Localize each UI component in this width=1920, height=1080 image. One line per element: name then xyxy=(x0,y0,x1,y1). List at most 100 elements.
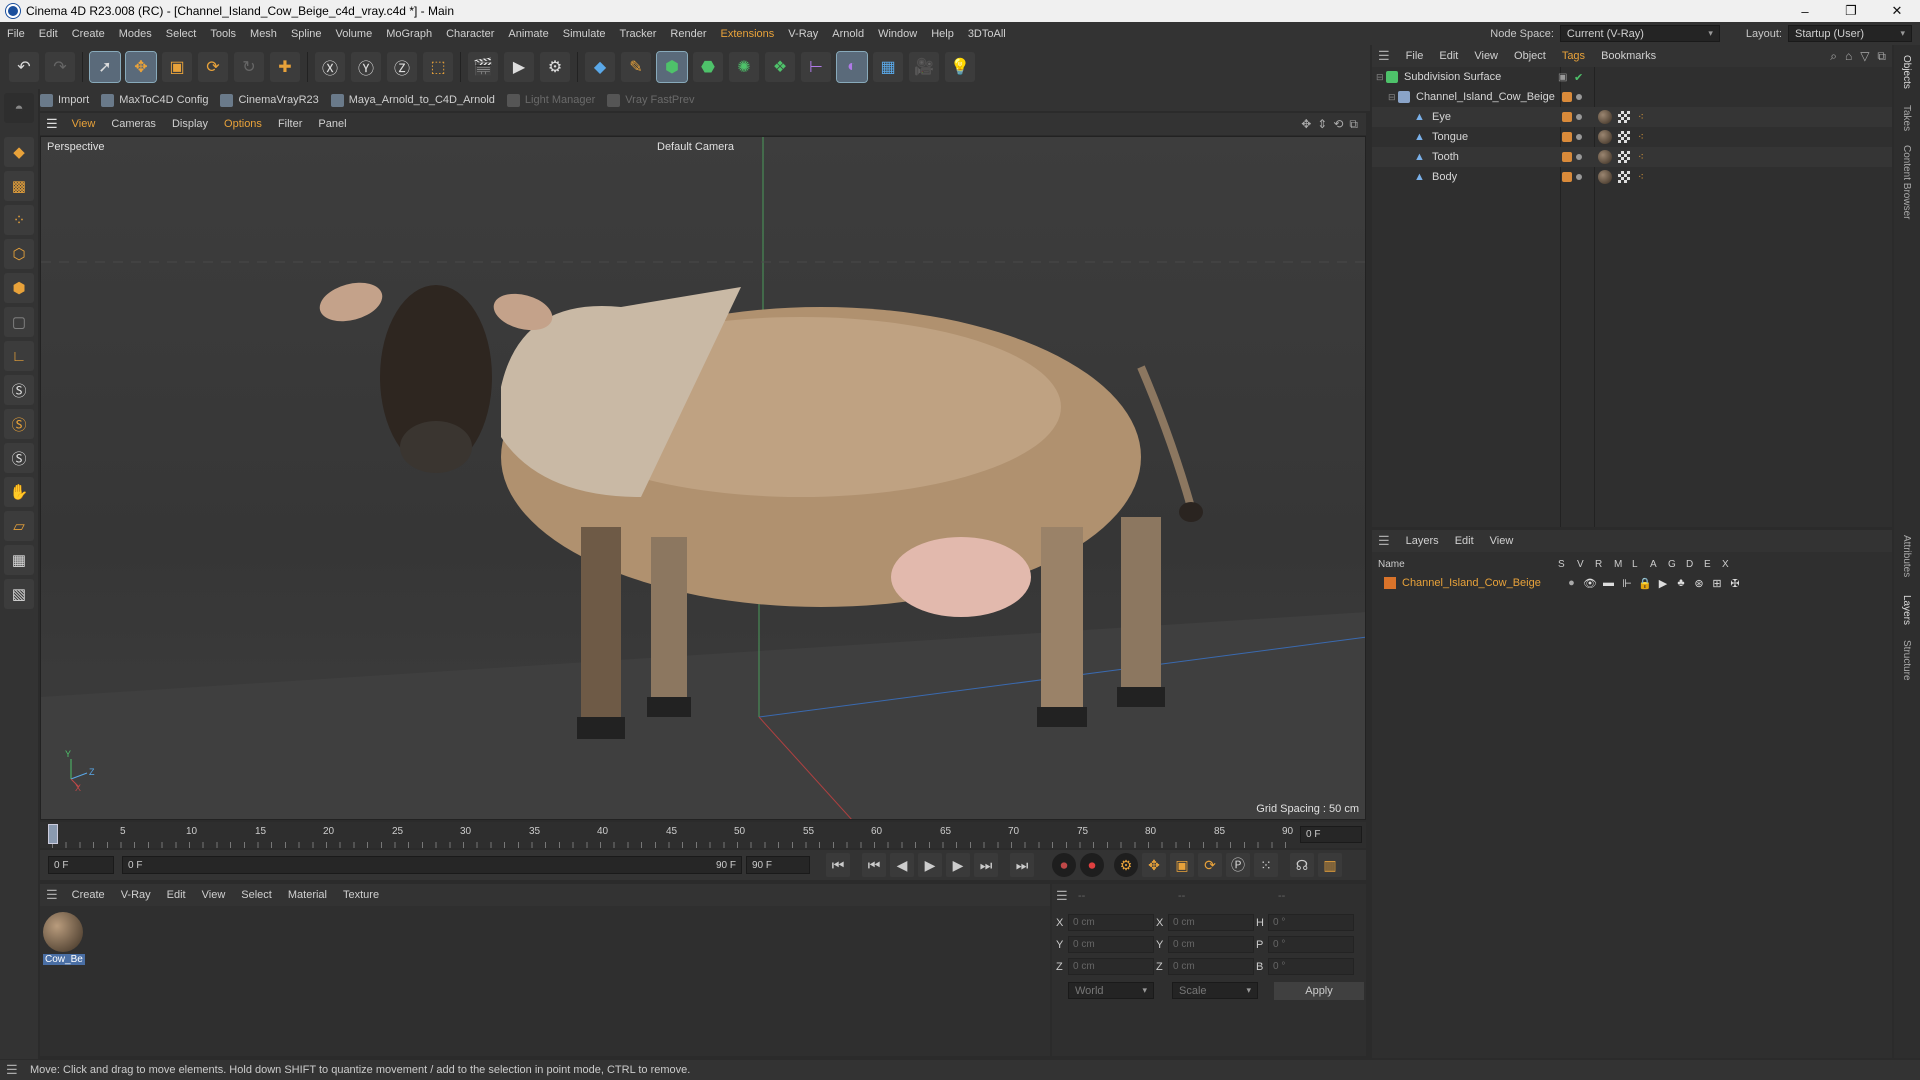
obj-menu-bookmarks[interactable]: Bookmarks xyxy=(1593,50,1664,62)
viewport-solo-button[interactable]: ◓ xyxy=(4,93,34,123)
cinemavray-button[interactable]: CinemaVrayR23 xyxy=(220,93,319,107)
film-strip-button[interactable]: ▥ xyxy=(1318,853,1342,877)
scale-tool-button[interactable]: ▣ xyxy=(162,52,192,82)
vray-tag-icon[interactable]: ⁖ xyxy=(1638,172,1644,183)
prev-key-button[interactable]: ⏮ xyxy=(862,853,886,877)
play-button[interactable]: ▶ xyxy=(918,853,942,877)
generator-icon[interactable]: ♣ xyxy=(1672,577,1690,589)
end-frame-field[interactable]: 90 F xyxy=(746,856,810,874)
filter-icon[interactable]: ▽ xyxy=(1860,49,1869,64)
vp-menu-filter[interactable]: Filter xyxy=(270,118,310,130)
render-picture-viewer-button[interactable]: ▶ xyxy=(504,52,534,82)
coordinate-system-button[interactable]: ⬚ xyxy=(423,52,453,82)
material-tag-icon[interactable] xyxy=(1598,110,1612,124)
position-x-field[interactable]: 0 cm xyxy=(1068,914,1154,931)
dolly-view-icon[interactable]: ⇕ xyxy=(1317,117,1327,132)
timeline-window-button[interactable]: ☊ xyxy=(1290,853,1314,877)
mat-menu-edit[interactable]: Edit xyxy=(159,889,194,901)
x-axis-lock-button[interactable]: Ⓧ xyxy=(315,52,345,82)
pan-view-icon[interactable]: ✥ xyxy=(1301,117,1311,132)
tab-attributes[interactable]: Attributes xyxy=(1901,535,1912,577)
texture-mode-button[interactable]: ▩ xyxy=(4,171,34,201)
obj-menu-file[interactable]: File xyxy=(1398,50,1432,62)
uvw-tag-icon[interactable] xyxy=(1618,131,1630,143)
object-row-tooth[interactable]: ▲ Tooth ⁖ xyxy=(1372,147,1892,167)
vp-menu-panel[interactable]: Panel xyxy=(310,118,354,130)
extrude-button[interactable]: ⬣ xyxy=(693,52,723,82)
size-y-field[interactable]: 0 cm xyxy=(1168,936,1254,953)
model-mode-button[interactable]: ◆ xyxy=(4,137,34,167)
material-tag-icon[interactable] xyxy=(1598,150,1612,164)
rotation-b-field[interactable]: 0 ° xyxy=(1268,958,1354,975)
tab-structure[interactable]: Structure xyxy=(1901,640,1912,681)
uv-mode-button[interactable]: ▢ xyxy=(4,307,34,337)
polygon-mode-button[interactable]: ⬢ xyxy=(4,273,34,303)
menu-select[interactable]: Select xyxy=(159,28,204,40)
maximize-view-icon[interactable]: ⧉ xyxy=(1349,117,1358,132)
uvw-tag-icon[interactable] xyxy=(1618,151,1630,163)
material-tag-icon[interactable] xyxy=(1598,170,1612,184)
rotation-h-field[interactable]: 0 ° xyxy=(1268,914,1354,931)
snap-settings-button[interactable]: Ⓢ xyxy=(4,409,34,439)
menu-extensions[interactable]: Extensions xyxy=(713,28,781,40)
timeline-ruler[interactable]: 0 5 10 15 20 25 30 35 40 45 50 55 60 65 … xyxy=(40,822,1366,848)
visibility-dot-icon[interactable] xyxy=(1576,114,1582,120)
node-space-dropdown[interactable]: Current (V-Ray) ▾ xyxy=(1559,25,1720,42)
render-settings-button[interactable]: ⚙ xyxy=(540,52,570,82)
menu-create[interactable]: Create xyxy=(65,28,112,40)
light-manager-button[interactable]: Light Manager xyxy=(506,93,595,107)
layer-row[interactable]: Channel_Island_Cow_Beige ● 👁 ▬ ⊩ 🔒 ▶ ♣ ⊛… xyxy=(1372,574,1892,592)
spline-pen-button[interactable]: ✎ xyxy=(621,52,651,82)
vp-menu-display[interactable]: Display xyxy=(164,118,216,130)
recent-tools-button[interactable]: ↻ xyxy=(234,52,264,82)
mat-menu-create[interactable]: Create xyxy=(64,889,113,901)
live-selection-button[interactable]: ➚ xyxy=(89,51,121,83)
go-to-start-button[interactable]: ⏮ xyxy=(826,853,850,877)
animation-icon[interactable]: ▶ xyxy=(1654,577,1672,590)
layer-color-tag[interactable] xyxy=(1562,152,1572,162)
locked-workplane-button[interactable]: ▧ xyxy=(4,579,34,609)
render-icon[interactable]: ▬ xyxy=(1599,577,1618,589)
hamburger-menu-icon[interactable]: ☰ xyxy=(1056,888,1068,904)
frame-ruler[interactable]: 0 5 10 15 20 25 30 35 40 45 50 55 60 65 … xyxy=(48,822,1293,848)
new-window-icon[interactable]: ⧉ xyxy=(1877,49,1886,64)
solo-dot-icon[interactable]: ● xyxy=(1562,577,1581,589)
parameter-key-button[interactable]: Ⓟ xyxy=(1226,853,1250,877)
menu-file[interactable]: File xyxy=(0,28,32,40)
point-mode-button[interactable]: ⁘ xyxy=(4,205,34,235)
next-frame-button[interactable]: ▶ xyxy=(946,853,970,877)
import-button[interactable]: Import xyxy=(40,93,89,107)
cube-object-button[interactable]: ◆ xyxy=(585,52,615,82)
size-x-field[interactable]: 0 cm xyxy=(1168,914,1254,931)
mat-menu-vray[interactable]: V-Ray xyxy=(113,889,159,901)
layer-color-tag[interactable] xyxy=(1562,92,1572,102)
hamburger-menu-icon[interactable]: ☰ xyxy=(1378,533,1390,549)
add-tool-button[interactable]: ✚ xyxy=(270,52,300,82)
keyframe-selection-button[interactable]: ⚙ xyxy=(1114,853,1138,877)
size-z-field[interactable]: 0 cm xyxy=(1168,958,1254,975)
tab-layers[interactable]: Layers xyxy=(1901,595,1912,625)
prev-frame-button[interactable]: ◀ xyxy=(890,853,914,877)
edge-mode-button[interactable]: ⬡ xyxy=(4,239,34,269)
size-mode-dropdown[interactable]: Scale ▾ xyxy=(1172,982,1258,999)
menu-vray[interactable]: V-Ray xyxy=(781,28,825,40)
point-level-key-button[interactable]: ⁙ xyxy=(1254,853,1278,877)
visibility-dot-icon[interactable] xyxy=(1576,174,1582,180)
current-frame-field[interactable]: 0 F xyxy=(1300,826,1362,843)
tab-objects[interactable]: Objects xyxy=(1901,55,1912,89)
quantize-button[interactable]: Ⓢ xyxy=(4,443,34,473)
grid-button[interactable]: ▦ xyxy=(4,545,34,575)
rotate-tool-button[interactable]: ⟳ xyxy=(198,52,228,82)
go-to-end-button[interactable]: ⏭ xyxy=(1010,853,1034,877)
playhead[interactable] xyxy=(48,824,58,844)
layer-menu-layers[interactable]: Layers xyxy=(1398,535,1447,547)
vray-tag-icon[interactable]: ⁖ xyxy=(1638,152,1644,163)
object-row-body[interactable]: ▲ Body ⁖ xyxy=(1372,167,1892,187)
manager-icon[interactable]: ⊩ xyxy=(1618,577,1636,590)
frame-range-slider[interactable]: 0 F 90 F xyxy=(122,856,742,874)
object-row-eye[interactable]: ▲ Eye ⁖ xyxy=(1372,107,1892,127)
autokey-button[interactable]: ⏺ xyxy=(1080,853,1104,877)
vp-menu-view[interactable]: View xyxy=(64,118,104,130)
layer-color-tag[interactable] xyxy=(1562,112,1572,122)
enabled-check-icon[interactable]: ✔ xyxy=(1574,71,1583,84)
